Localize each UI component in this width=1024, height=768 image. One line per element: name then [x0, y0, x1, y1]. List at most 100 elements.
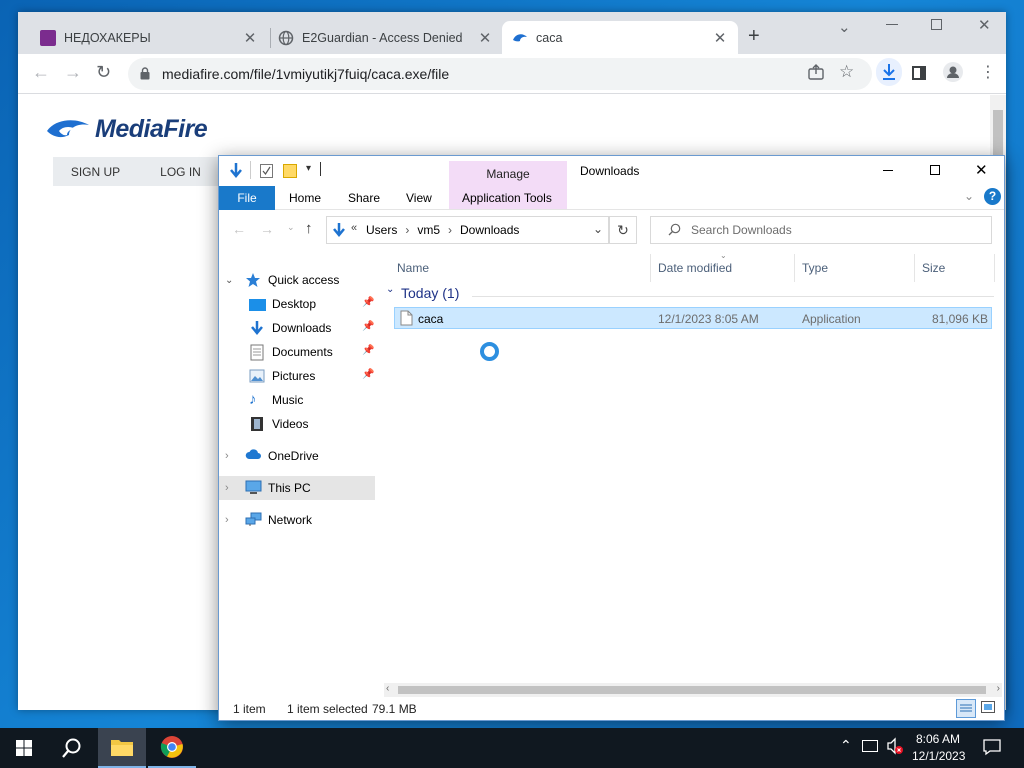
scroll-right-arrow-icon[interactable]: › — [997, 683, 1000, 694]
volume-muted-icon[interactable] — [886, 737, 904, 758]
breadcrumb-chevron-icon[interactable]: › — [448, 223, 452, 237]
details-view-icon[interactable] — [956, 699, 976, 718]
nav-onedrive[interactable]: › OneDrive — [225, 445, 319, 467]
nav-documents[interactable]: Documents — [249, 341, 333, 363]
new-folder-icon[interactable] — [283, 164, 297, 178]
expand-chevron-icon[interactable]: ⌄ — [225, 275, 239, 286]
back-arrow-icon[interactable]: ← — [32, 62, 50, 83]
search-button[interactable] — [48, 728, 96, 768]
nav-network[interactable]: › Network — [225, 509, 312, 531]
column-separator[interactable] — [994, 254, 995, 282]
column-type[interactable]: Type — [802, 261, 828, 275]
nav-label: Pictures — [272, 369, 316, 383]
tab-view[interactable]: View — [406, 191, 432, 205]
nav-downloads[interactable]: Downloads — [249, 317, 331, 339]
up-arrow-icon[interactable]: ↑ — [305, 220, 313, 237]
scrollbar-thumb[interactable] — [993, 110, 1003, 160]
breadcrumb-users[interactable]: Users — [366, 223, 397, 237]
nav-music[interactable]: ♪ Music — [249, 389, 303, 411]
tab-nedohakery[interactable]: НЕДОХАКЕРЫ ✕ — [30, 21, 268, 54]
clock[interactable]: 8:06 AM 12/1/2023 — [912, 731, 965, 765]
close-tab-icon[interactable]: ✕ — [477, 29, 493, 47]
tab-share[interactable]: Share — [348, 191, 380, 205]
group-header[interactable]: Today (1) — [401, 285, 459, 301]
tab-file[interactable]: File — [219, 186, 275, 210]
url-text: mediafire.com/file/1vmiyutikj7fuiq/caca.… — [162, 66, 450, 82]
forward-arrow-icon[interactable]: → — [64, 62, 82, 83]
column-name[interactable]: Name — [397, 261, 429, 275]
table-row[interactable]: caca 12/1/2023 8:05 AM Application 81,09… — [394, 307, 992, 329]
close-window-icon[interactable]: ✕ — [975, 161, 988, 179]
pin-icon[interactable]: 📌 — [362, 369, 374, 380]
column-separator[interactable] — [914, 254, 915, 282]
maximize-icon[interactable] — [931, 19, 942, 30]
nav-pictures[interactable]: Pictures — [249, 365, 315, 387]
address-dropdown-chevron-icon[interactable]: ⌄ — [593, 222, 603, 236]
pin-icon[interactable]: 📌 — [362, 345, 374, 356]
breadcrumb-downloads[interactable]: Downloads — [460, 223, 519, 237]
nav-videos[interactable]: Videos — [249, 413, 308, 435]
column-separator[interactable] — [794, 254, 795, 282]
minimize-icon[interactable] — [883, 170, 893, 171]
pin-icon[interactable]: 📌 — [362, 297, 374, 308]
pin-icon[interactable]: 📌 — [362, 321, 374, 332]
address-bar[interactable]: « Users › vm5 › Downloads ⌄ — [326, 216, 609, 244]
tab-home[interactable]: Home — [289, 191, 321, 205]
scrollbar-thumb[interactable] — [398, 686, 986, 694]
column-date-modified[interactable]: Date modified — [658, 261, 732, 275]
close-tab-icon[interactable]: ✕ — [242, 29, 258, 47]
side-panel-icon[interactable] — [912, 66, 926, 80]
taskbar-file-explorer[interactable] — [98, 728, 146, 768]
close-window-icon[interactable]: ✕ — [978, 16, 991, 34]
forward-arrow-icon[interactable]: → — [260, 221, 274, 237]
tab-application-tools[interactable]: Application Tools — [462, 191, 552, 205]
taskbar-chrome[interactable] — [148, 728, 196, 768]
properties-icon[interactable] — [260, 164, 273, 178]
nav-desktop[interactable]: Desktop — [249, 293, 316, 315]
expand-chevron-icon[interactable]: › — [225, 514, 239, 526]
address-bar[interactable]: mediafire.com/file/1vmiyutikj7fuiq/caca.… — [128, 58, 872, 90]
tab-caca[interactable]: caca ✕ — [502, 21, 738, 54]
maximize-icon[interactable] — [930, 165, 940, 175]
start-button[interactable] — [0, 728, 48, 768]
quick-access-toolbar-dropdown-icon[interactable]: ▾ — [306, 163, 311, 174]
scroll-left-arrow-icon[interactable]: ‹ — [386, 683, 389, 694]
back-arrow-icon[interactable]: ← — [232, 221, 246, 237]
network-status-icon[interactable] — [862, 740, 878, 752]
recent-locations-chevron-icon[interactable]: ⌄ — [287, 222, 295, 233]
nav-quick-access[interactable]: ⌄ Quick access — [225, 269, 339, 291]
menu-kebab-icon[interactable]: ⋮ — [980, 62, 996, 82]
down-arrow-icon[interactable] — [229, 162, 243, 182]
log-in-link[interactable]: LOG IN — [138, 165, 223, 179]
column-size[interactable]: Size — [922, 261, 945, 275]
profile-avatar-icon[interactable] — [943, 62, 963, 82]
refresh-button[interactable]: ↻ — [609, 216, 637, 244]
new-tab-button[interactable]: + — [748, 25, 760, 48]
horizontal-scrollbar[interactable]: ‹ › — [384, 683, 1002, 697]
search-icon — [62, 738, 81, 758]
bookmark-star-icon[interactable]: ☆ — [839, 62, 854, 82]
nav-this-pc[interactable]: › This PC — [219, 476, 375, 500]
group-collapse-chevron-icon[interactable]: ⌄ — [386, 284, 394, 295]
breadcrumb-overflow[interactable]: « — [351, 222, 357, 234]
expand-chevron-icon[interactable]: › — [225, 482, 239, 494]
breadcrumb-vm5[interactable]: vm5 — [417, 223, 440, 237]
show-hidden-icons-chevron-icon[interactable]: ⌃ — [840, 737, 852, 754]
breadcrumb-chevron-icon[interactable]: › — [405, 223, 409, 237]
expand-chevron-icon[interactable]: › — [225, 450, 239, 462]
minimize-icon[interactable] — [886, 24, 898, 25]
search-input[interactable]: Search Downloads — [650, 216, 992, 244]
notifications-icon[interactable] — [983, 738, 1001, 759]
expand-ribbon-chevron-icon[interactable]: ⌄ — [964, 189, 974, 203]
chevron-down-icon[interactable]: ⌄ — [838, 18, 851, 36]
tab-e2guardian[interactable]: E2Guardian - Access Denied ✕ — [268, 21, 503, 54]
column-separator[interactable] — [650, 254, 651, 282]
help-icon[interactable]: ? — [984, 188, 1001, 205]
downloads-icon[interactable] — [876, 58, 902, 86]
share-icon[interactable] — [808, 64, 824, 85]
mediafire-logo[interactable]: MediaFire — [45, 115, 208, 144]
large-icons-view-icon[interactable] — [981, 701, 995, 713]
reload-icon[interactable]: ↻ — [96, 62, 111, 83]
sign-up-link[interactable]: SIGN UP — [53, 165, 138, 179]
close-tab-icon[interactable]: ✕ — [712, 29, 728, 47]
